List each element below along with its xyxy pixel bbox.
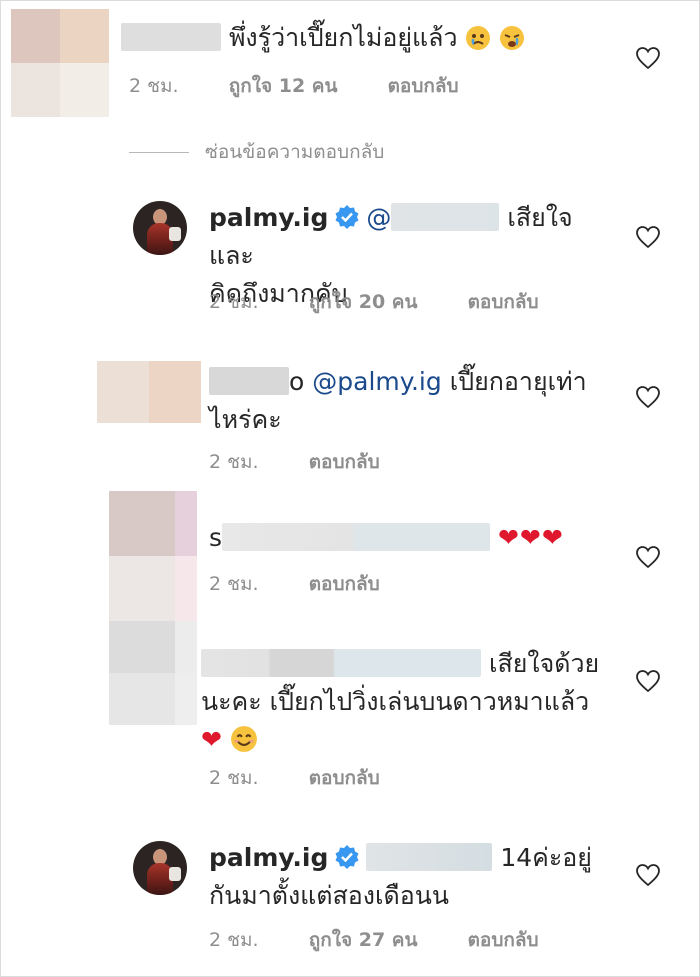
blurred-username	[209, 367, 289, 395]
avatar[interactable]	[133, 201, 187, 255]
blurred-avatar	[109, 491, 197, 621]
comment-text: s ❤❤❤	[209, 523, 564, 552]
comment-time: 2 ชม.	[209, 767, 259, 789]
reply-button[interactable]: ตอบกลับ	[388, 75, 459, 97]
comment-meta: 2 ชม. ตอบกลับ	[209, 447, 380, 477]
avatar[interactable]	[133, 841, 187, 895]
smiling-face-icon	[230, 725, 258, 764]
comment-2: palmy.ig @ เสียใจและ คิดถึงมากคับ 2 ชม. ถ…	[1, 191, 699, 321]
comment-meta: 2 ชม. ถูกใจ 12 คน ตอบกลับ	[129, 71, 459, 101]
reply-button[interactable]: ตอบกลับ	[468, 929, 539, 951]
blurred-avatar	[11, 9, 109, 117]
comment-text: เสียใจด้วย นะคะ เปี๊ยกไปวิ่งเล่นบนดาวหมา…	[201, 645, 631, 764]
comment-text: palmy.ig 14ค่ะอยู่ กันมาตั้งแต่สองเดือนน	[209, 843, 592, 910]
like-heart-icon[interactable]	[635, 863, 661, 887]
verified-badge-icon	[335, 205, 359, 229]
mention-link[interactable]: @palmy.ig	[312, 367, 441, 396]
comment-1: พึ่งรู้ว่าเปี๊ยกไม่อยู่แล้ว 2 ชม. ถูกใจ …	[1, 1, 699, 131]
like-heart-icon[interactable]	[635, 225, 661, 249]
divider	[129, 152, 189, 153]
reply-button[interactable]: ตอบกลับ	[309, 573, 380, 595]
blurred-mention	[391, 203, 500, 231]
comment-meta: 2 ชม. ตอบกลับ	[209, 763, 380, 793]
comment-text: o @palmy.ig เปี๊ยกอายุเท่า ไหร่คะ	[209, 367, 587, 434]
comment-4: s ❤❤❤ 2 ชม. ตอบกลับ	[1, 491, 699, 621]
comment-time: 2 ชม.	[209, 291, 259, 313]
heart-emoji: ❤	[201, 725, 222, 754]
like-heart-icon[interactable]	[635, 669, 661, 693]
comment-3: o @palmy.ig เปี๊ยกอายุเท่า ไหร่คะ 2 ชม. …	[1, 351, 699, 481]
reply-button[interactable]: ตอบกลับ	[468, 291, 539, 313]
comment-time: 2 ชม.	[209, 573, 259, 595]
blurred-avatar	[97, 361, 201, 423]
blurred-username	[222, 523, 491, 551]
likes-link[interactable]: ถูกใจ 27 คน	[309, 929, 418, 951]
likes-link[interactable]: ถูกใจ 20 คน	[309, 291, 418, 313]
like-heart-icon[interactable]	[635, 545, 661, 569]
username[interactable]: palmy.ig	[209, 203, 328, 232]
likes-link[interactable]: ถูกใจ 12 คน	[229, 75, 338, 97]
reply-button[interactable]: ตอบกลับ	[309, 767, 380, 789]
comment-5: เสียใจด้วย นะคะ เปี๊ยกไปวิ่งเล่นบนดาวหมา…	[1, 621, 699, 801]
comment-6: palmy.ig 14ค่ะอยู่ กันมาตั้งแต่สองเดือนน…	[1, 831, 699, 971]
verified-badge-icon	[335, 845, 359, 869]
comment-time: 2 ชม.	[129, 75, 179, 97]
blurred-username	[201, 649, 481, 677]
like-heart-icon[interactable]	[635, 385, 661, 409]
comments-panel: พึ่งรู้ว่าเปี๊ยกไม่อยู่แล้ว 2 ชม. ถูกใจ …	[0, 0, 700, 977]
comment-text: พึ่งรู้ว่าเปี๊ยกไม่อยู่แล้ว	[121, 19, 525, 62]
crying-face-icon	[465, 24, 491, 62]
reply-button[interactable]: ตอบกลับ	[309, 451, 380, 473]
username[interactable]: palmy.ig	[209, 843, 328, 872]
hearts-emoji: ❤❤❤	[497, 523, 564, 552]
hide-replies-link[interactable]: ซ่อนข้อความตอบกลับ	[129, 137, 384, 167]
blurred-mention	[366, 843, 493, 871]
blurred-avatar	[109, 621, 197, 725]
crying-face-icon	[499, 24, 525, 62]
mention-link[interactable]: @	[366, 203, 391, 232]
comment-meta: 2 ชม. ถูกใจ 27 คน ตอบกลับ	[209, 925, 539, 955]
blurred-username	[121, 23, 221, 51]
comment-meta: 2 ชม. ถูกใจ 20 คน ตอบกลับ	[209, 287, 539, 317]
comment-meta: 2 ชม. ตอบกลับ	[209, 569, 380, 599]
comment-time: 2 ชม.	[209, 451, 259, 473]
like-heart-icon[interactable]	[635, 46, 661, 70]
comment-time: 2 ชม.	[209, 929, 259, 951]
